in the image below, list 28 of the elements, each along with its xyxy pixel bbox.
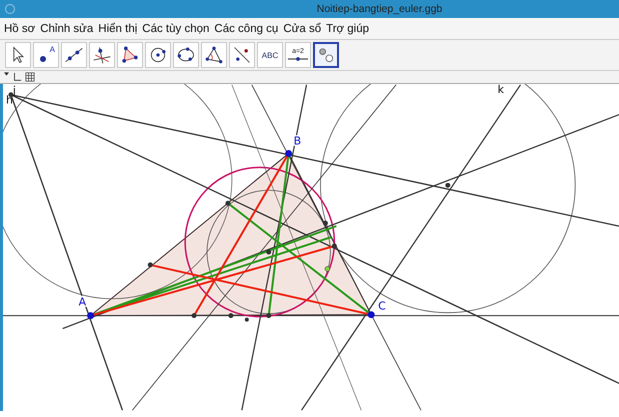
app-icon [4, 3, 16, 15]
menu-item[interactable]: Trợ giúp [326, 22, 369, 34]
object-label: j [12, 84, 16, 97]
object-label: C [378, 300, 386, 313]
tool-button[interactable] [313, 42, 339, 68]
triangle-icon [120, 45, 140, 65]
window-title: Noitiep-bangtiep_euler.ggb [316, 3, 442, 15]
point-tool-label: A [50, 45, 55, 55]
circle-icon [148, 45, 168, 65]
tool-button[interactable]: ABC [257, 42, 283, 68]
tool-button[interactable]: A [33, 42, 59, 68]
menu-item[interactable]: Hồ sơ [4, 22, 36, 34]
menu-item[interactable]: Chỉnh sửa [40, 22, 94, 34]
menu-item[interactable]: Cửa sổ [283, 22, 322, 34]
angle-icon [204, 45, 224, 65]
line-icon [64, 45, 84, 65]
grid-icon[interactable] [25, 72, 35, 82]
menu-item[interactable]: Các công cụ [214, 22, 278, 34]
menu-item[interactable]: Hiển thị [98, 22, 138, 34]
text-tool-label: ABC [262, 50, 278, 60]
point-icon [40, 56, 46, 62]
object-label: h [6, 94, 13, 107]
reflect-icon [232, 45, 252, 65]
object-label: k [498, 84, 504, 96]
axes-icon[interactable] [12, 72, 22, 82]
slider-icon [287, 56, 309, 62]
menu-item[interactable]: Các tùy chọn [142, 22, 210, 34]
perpendicular-icon [92, 45, 112, 65]
